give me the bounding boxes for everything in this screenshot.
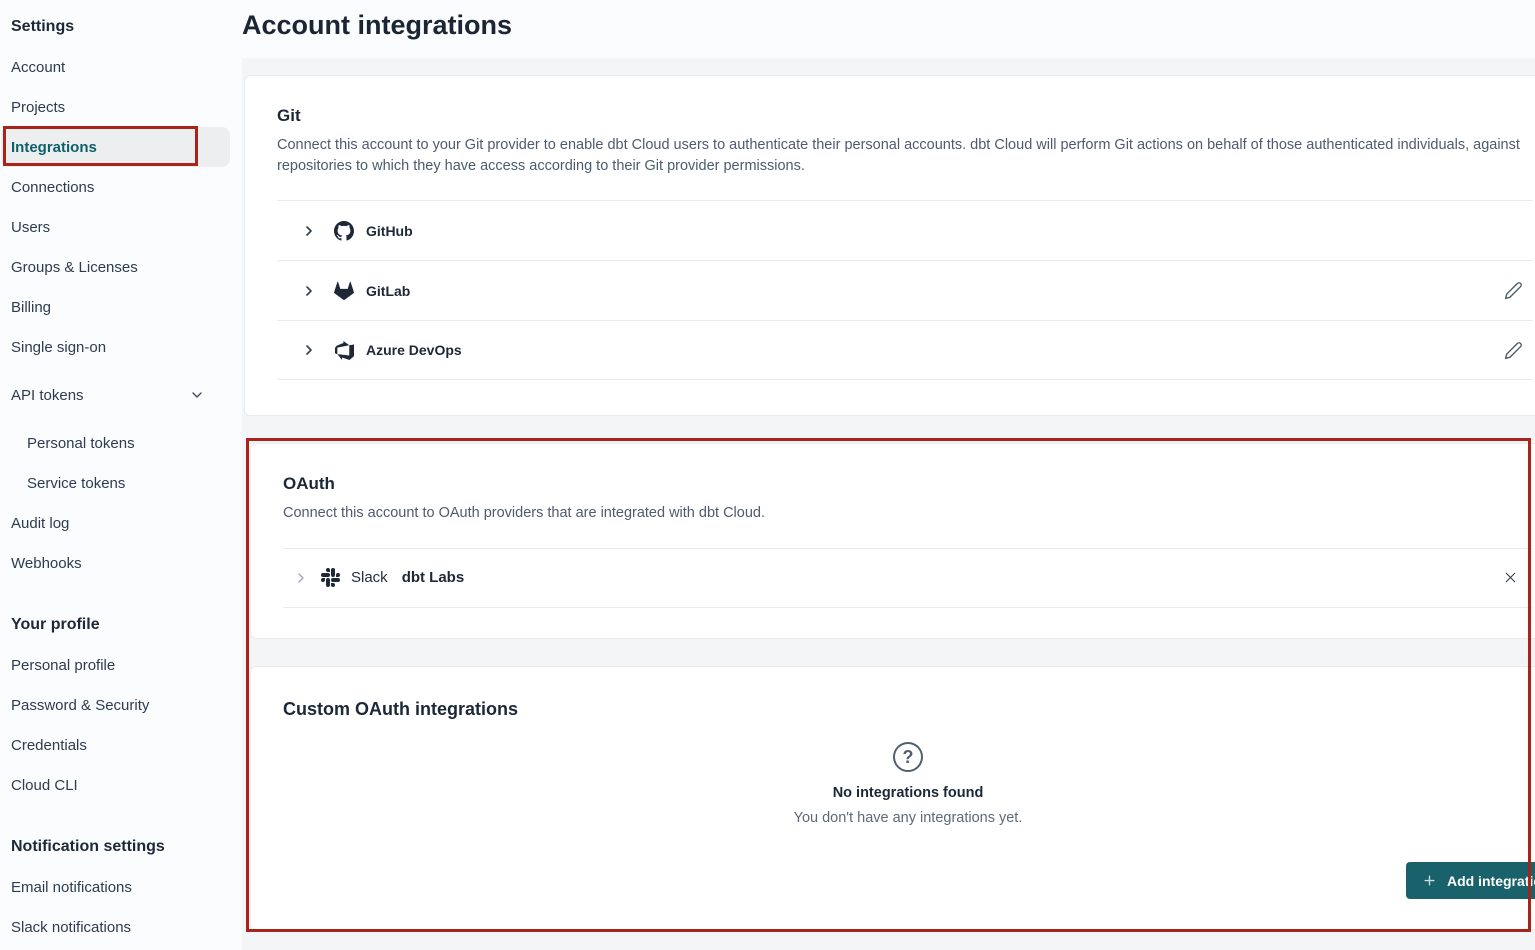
empty-state-title: No integrations found bbox=[283, 785, 1533, 801]
git-row-label: GitHub bbox=[366, 223, 413, 239]
chevron-down-icon[interactable] bbox=[189, 387, 205, 403]
edit-pencil-icon[interactable] bbox=[1504, 281, 1523, 300]
sidebar-item-billing[interactable]: Billing bbox=[0, 287, 231, 327]
github-icon bbox=[334, 221, 354, 241]
custom-oauth-section-card: Custom OAuth integrations ? No integrati… bbox=[250, 666, 1535, 930]
sidebar-item-single-sign-on[interactable]: Single sign-on bbox=[0, 327, 231, 367]
sidebar-item-groups-licenses[interactable]: Groups & Licenses bbox=[0, 247, 231, 287]
page-title: Account integrations bbox=[242, 10, 512, 41]
sidebar-item-cloud-cli[interactable]: Cloud CLI bbox=[0, 765, 231, 805]
add-integration-button[interactable]: Add integration bbox=[1406, 862, 1535, 899]
sidebar-item-integrations[interactable]: Integrations bbox=[1, 127, 230, 167]
question-circle-icon: ? bbox=[893, 742, 923, 772]
sidebar-item-api-tokens[interactable]: API tokens bbox=[0, 375, 231, 415]
sidebar-item-personal-tokens[interactable]: Personal tokens bbox=[0, 423, 231, 463]
azure-devops-icon bbox=[334, 340, 354, 360]
sidebar-item-service-tokens[interactable]: Service tokens bbox=[0, 463, 231, 503]
api-tokens-label: API tokens bbox=[11, 387, 84, 404]
add-integration-label: Add integration bbox=[1447, 873, 1535, 889]
git-section-title: Git bbox=[277, 106, 1533, 126]
slack-icon bbox=[321, 568, 340, 587]
git-row-azure-devops[interactable]: Azure DevOps bbox=[277, 320, 1533, 380]
chevron-right-icon[interactable] bbox=[301, 223, 317, 239]
sidebar-header-notification-settings: Notification settings bbox=[0, 827, 231, 867]
oauth-row-slack[interactable]: Slack dbt Labs bbox=[283, 548, 1533, 608]
sidebar-item-email-notifications[interactable]: Email notifications bbox=[0, 867, 231, 907]
sidebar-item-connections[interactable]: Connections bbox=[0, 167, 231, 207]
oauth-section-card: OAuth Connect this account to OAuth prov… bbox=[250, 443, 1535, 639]
chevron-right-icon[interactable] bbox=[301, 283, 317, 299]
settings-page: Settings Account Projects Integrations C… bbox=[0, 0, 1535, 950]
git-row-github[interactable]: GitHub bbox=[277, 200, 1533, 260]
sidebar-item-credentials[interactable]: Credentials bbox=[0, 725, 231, 765]
settings-sidebar: Settings Account Projects Integrations C… bbox=[0, 7, 242, 947]
sidebar-header-your-profile: Your profile bbox=[0, 605, 231, 645]
sidebar-item-account[interactable]: Account bbox=[0, 47, 231, 87]
git-section-card: Git Connect this account to your Git pro… bbox=[244, 75, 1535, 416]
git-row-gitlab[interactable]: GitLab bbox=[277, 260, 1533, 320]
gitlab-icon bbox=[334, 281, 354, 301]
chevron-right-icon[interactable] bbox=[293, 570, 309, 586]
oauth-provider-label: Slack bbox=[351, 569, 388, 586]
sidebar-item-personal-profile[interactable]: Personal profile bbox=[0, 645, 231, 685]
sidebar-item-webhooks[interactable]: Webhooks bbox=[0, 543, 231, 583]
close-icon[interactable] bbox=[1502, 569, 1519, 586]
chevron-right-icon[interactable] bbox=[301, 342, 317, 358]
sidebar-item-password-security[interactable]: Password & Security bbox=[0, 685, 231, 725]
custom-oauth-section-title: Custom OAuth integrations bbox=[283, 699, 1533, 720]
oauth-section-description: Connect this account to OAuth providers … bbox=[283, 503, 1533, 524]
sidebar-item-slack-notifications[interactable]: Slack notifications bbox=[0, 907, 231, 947]
sidebar-header-settings: Settings bbox=[0, 7, 231, 47]
git-provider-list: GitHub GitLab bbox=[277, 200, 1533, 380]
git-section-description: Connect this account to your Git provide… bbox=[277, 135, 1533, 176]
oauth-account-label: dbt Labs bbox=[402, 569, 465, 586]
sidebar-item-users[interactable]: Users bbox=[0, 207, 231, 247]
edit-pencil-icon[interactable] bbox=[1504, 341, 1523, 360]
oauth-section-title: OAuth bbox=[283, 474, 1533, 494]
sidebar-item-projects[interactable]: Projects bbox=[0, 87, 231, 127]
sidebar-item-audit-log[interactable]: Audit log bbox=[0, 503, 231, 543]
empty-state: ? No integrations found You don't have a… bbox=[283, 742, 1533, 826]
oauth-provider-list: Slack dbt Labs bbox=[283, 548, 1533, 608]
git-row-label: GitLab bbox=[366, 283, 410, 299]
git-row-label: Azure DevOps bbox=[366, 342, 462, 358]
empty-state-subtitle: You don't have any integrations yet. bbox=[283, 810, 1533, 826]
plus-icon bbox=[1422, 873, 1437, 888]
